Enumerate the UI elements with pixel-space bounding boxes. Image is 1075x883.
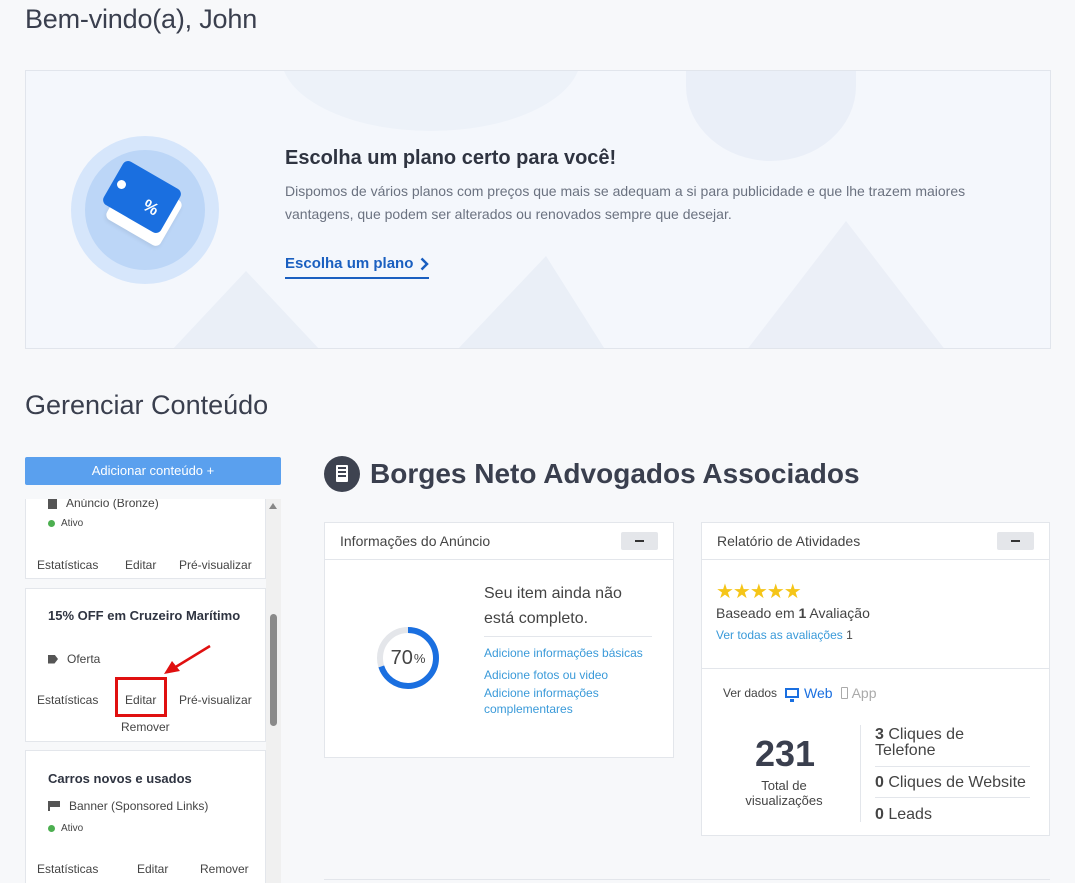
content-type: Banner (Sponsored Links) xyxy=(48,799,208,813)
price-tag-icon: % xyxy=(71,136,219,284)
decorative-shape xyxy=(456,256,606,348)
scroll-up-icon[interactable] xyxy=(269,503,277,509)
active-dot-icon xyxy=(48,825,55,832)
app-tab[interactable]: App xyxy=(840,685,877,701)
minimize-button[interactable] xyxy=(997,532,1034,550)
rating-stars-icon: ★★★★★ xyxy=(716,581,802,603)
web-tab[interactable]: Web xyxy=(785,685,833,702)
flag-icon xyxy=(48,801,60,811)
choose-plan-link[interactable]: Escolha um plano xyxy=(285,255,430,279)
completion-percent: 70% xyxy=(390,646,426,669)
phone-icon xyxy=(840,687,848,699)
content-card: Carros novos e usados Banner (Sponsored … xyxy=(25,750,266,883)
active-dot-icon xyxy=(48,520,55,527)
dashboard-page: Bem-vindo(a), John % Escolha um plano ce… xyxy=(0,0,1075,883)
plan-promo-banner: % Escolha um plano certo para você! Disp… xyxy=(25,70,1051,349)
annotation-highlight-box xyxy=(115,677,167,717)
stats-link[interactable]: Estatísticas xyxy=(37,558,98,572)
add-content-button[interactable]: Adicionar conteúdo + xyxy=(25,457,281,485)
total-views-label: Total de visualizações xyxy=(745,778,823,808)
content-title: Carros novos e usados xyxy=(48,771,192,786)
monitor-icon xyxy=(785,688,800,702)
task-list: Adicione informações básicas Adicione fo… xyxy=(484,645,644,723)
welcome-heading: Bem-vindo(a), John xyxy=(25,4,258,34)
incomplete-message: Seu item ainda não está completo. xyxy=(484,585,622,627)
website-clicks-stat: 0 Cliques de Website xyxy=(875,774,1026,791)
decorative-shape xyxy=(686,71,856,161)
store-icon xyxy=(48,499,57,509)
listing-info-panel: Informações do Anúncio 70% Seu item aind… xyxy=(324,522,674,758)
tag-icon xyxy=(48,654,58,664)
content-type: Anúncio (Bronze) xyxy=(48,499,159,510)
task-link-extra-info[interactable]: Adicione informações complementares xyxy=(484,685,644,717)
task-link-photos[interactable]: Adicione fotos ou video xyxy=(484,667,644,683)
manage-content-heading: Gerenciar Conteúdo xyxy=(25,390,269,420)
scrollbar-thumb[interactable] xyxy=(270,614,277,726)
status-badge: Ativo xyxy=(48,518,83,529)
stats-link[interactable]: Estatísticas xyxy=(37,862,98,876)
divider xyxy=(860,725,861,822)
leads-stat: 0 Leads xyxy=(875,806,932,823)
view-data-toggle: Ver dados Web App xyxy=(723,685,877,702)
edit-link[interactable]: Editar xyxy=(125,558,156,572)
decorative-shape xyxy=(746,221,946,348)
promo-title: Escolha um plano certo para você! xyxy=(285,147,617,169)
decorative-shape xyxy=(281,71,581,131)
status-badge: Ativo xyxy=(48,823,83,834)
activity-report-panel: Relatório de Atividades ★★★★★ Baseado em… xyxy=(701,522,1050,836)
annotation-arrow-icon xyxy=(164,644,211,674)
decorative-shape xyxy=(171,271,321,348)
preview-link[interactable]: Pré-visualizar xyxy=(179,558,252,572)
content-card: Anúncio (Bronze) Ativo Estatísticas Edit… xyxy=(25,499,266,579)
view-data-label: Ver dados xyxy=(723,686,778,700)
see-all-reviews-link[interactable]: Ver todas as avaliações 1 xyxy=(716,628,853,642)
content-type: Oferta xyxy=(48,652,100,666)
remove-link[interactable]: Remover xyxy=(200,862,249,876)
divider xyxy=(875,797,1030,798)
divider xyxy=(702,668,1049,669)
preview-link[interactable]: Pré-visualizar xyxy=(179,693,252,707)
remove-link[interactable]: Remover xyxy=(121,720,170,734)
task-link-basic-info[interactable]: Adicione informações básicas xyxy=(484,645,644,661)
choose-plan-label: Escolha um plano xyxy=(285,255,414,272)
listing-header: Borges Neto Advogados Associados xyxy=(324,456,860,492)
next-panel-edge xyxy=(324,879,1050,883)
phone-clicks-stat: 3 Cliques de Telefone xyxy=(875,726,964,759)
edit-link[interactable]: Editar xyxy=(137,862,168,876)
divider xyxy=(875,766,1030,767)
building-icon xyxy=(324,456,360,492)
chevron-right-icon xyxy=(420,257,430,270)
listing-name: Borges Neto Advogados Associados xyxy=(370,458,860,489)
content-card: 15% OFF em Cruzeiro Marítimo Oferta Esta… xyxy=(25,588,266,742)
divider xyxy=(484,636,652,637)
promo-description: Dispomos de vários planos com preços que… xyxy=(285,183,966,222)
list-scrollbar[interactable] xyxy=(266,499,281,883)
content-title: 15% OFF em Cruzeiro Marítimo xyxy=(48,608,241,623)
rating-summary: Baseado em 1 Avaliação xyxy=(716,605,870,621)
total-views-count: 231 xyxy=(754,733,816,774)
stats-link[interactable]: Estatísticas xyxy=(37,693,98,707)
minimize-button[interactable] xyxy=(621,532,658,550)
